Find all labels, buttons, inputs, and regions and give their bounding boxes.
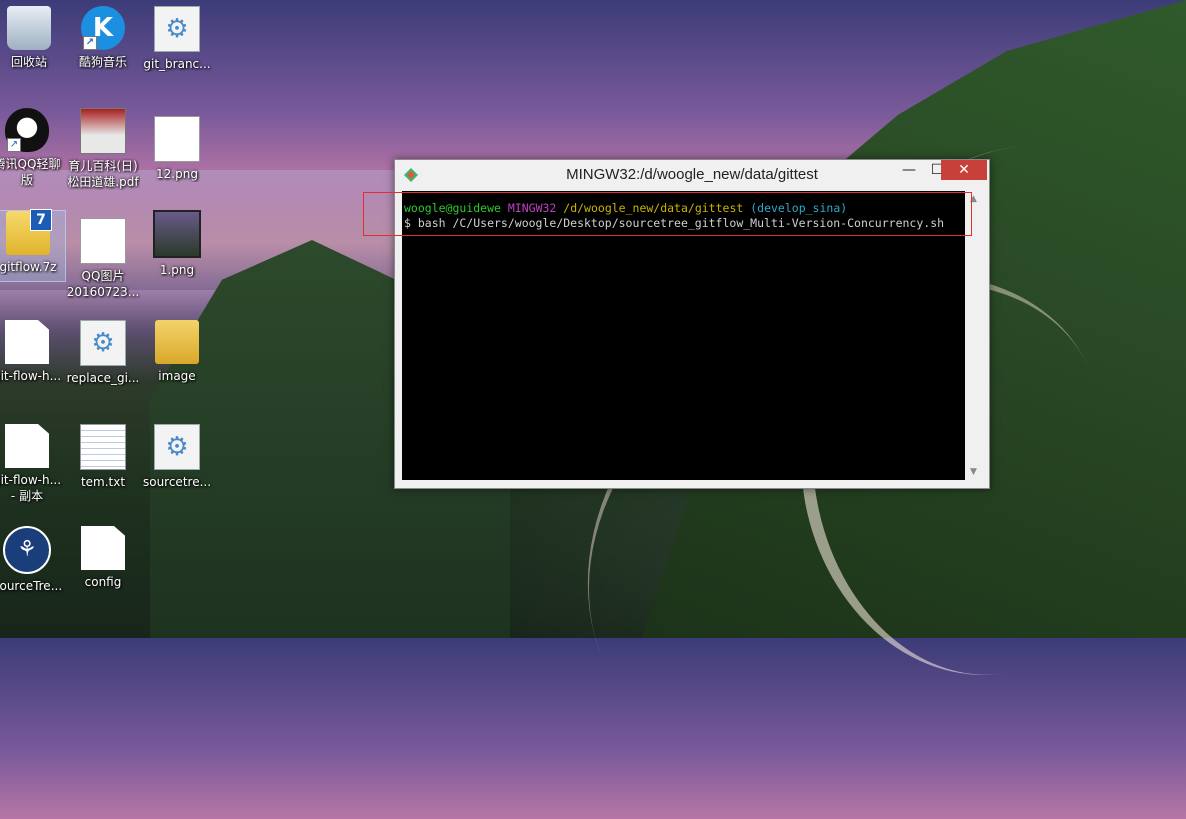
icon-label: 松田道雄.pdf <box>67 175 139 189</box>
mingw-terminal-window[interactable]: MINGW32:/d/woogle_new/data/gittest — ☐ ✕… <box>394 159 990 489</box>
icon-label: 20160723... <box>66 285 140 299</box>
prompt-env: MINGW32 <box>507 201 557 215</box>
file-icon <box>5 424 49 468</box>
desktop-icon-sourcetree[interactable]: ⚘ SourceTre... <box>0 526 64 594</box>
icon-label: git_branc... <box>143 57 211 71</box>
7zip-badge-icon: 7 <box>30 209 52 231</box>
gear-script-icon: ⚙ <box>154 6 200 52</box>
icon-label: tem.txt <box>80 475 126 489</box>
icon-label: 版 <box>20 173 33 187</box>
prompt-line: woogle@guidewe MINGW32 /d/woogle_new/dat… <box>404 201 965 216</box>
text-file-icon <box>80 424 126 470</box>
kugou-music-icon: K ↗ <box>81 6 125 50</box>
icon-label: SourceTre... <box>0 579 63 593</box>
desktop-icon-12-png[interactable]: 12.png <box>140 116 214 182</box>
desktop-icon-git-flow-h[interactable]: git-flow-h... <box>0 320 64 384</box>
sourcetree-icon: ⚘ <box>3 526 51 574</box>
qq-penguin-icon: ↗ <box>5 108 49 152</box>
desktop-icon-git-flow-h-copy[interactable]: git-flow-h... - 副本 <box>0 424 64 504</box>
prompt-branch: (develop_sina) <box>750 201 848 215</box>
desktop-icon-image-folder[interactable]: image <box>140 320 214 384</box>
shortcut-arrow-icon: ↗ <box>83 36 97 50</box>
file-icon <box>5 320 49 364</box>
desktop-icon-git-branch[interactable]: ⚙ git_branc... <box>140 6 214 72</box>
desktop-icon-tem-txt[interactable]: tem.txt <box>66 424 140 490</box>
desktop-icon-qq-image[interactable]: QQ图片 20160723... <box>66 218 140 300</box>
gear-script-icon: ⚙ <box>154 424 200 470</box>
file-icon <box>81 526 125 570</box>
icon-label: 育儿百科(日) <box>68 159 138 173</box>
command-line: $ bash /C/Users/woogle/Desktop/sourcetre… <box>404 216 945 230</box>
desktop-icon-1-png[interactable]: 1.png <box>140 210 214 278</box>
icon-label: QQ图片 <box>81 269 125 283</box>
image-thumbnail-icon <box>154 116 200 162</box>
desktop-icon-config[interactable]: config <box>66 526 140 590</box>
icon-label: gitflow.7z <box>0 260 57 274</box>
recycle-bin-icon <box>7 6 51 50</box>
close-button[interactable]: ✕ <box>941 160 987 180</box>
icon-label: 腾讯QQ轻聊 <box>0 157 61 171</box>
desktop-icon-sourcetree-script[interactable]: ⚙ sourcetre... <box>140 424 214 490</box>
scroll-down-arrow-icon[interactable]: ▼ <box>965 464 982 480</box>
minimize-button[interactable]: — <box>895 160 923 180</box>
terminal-scrollbar[interactable]: ▲ ▼ <box>965 191 982 480</box>
icon-label: config <box>84 575 122 589</box>
icon-label: - 副本 <box>10 489 44 503</box>
icon-label: image <box>158 369 196 383</box>
terminal-output[interactable]: woogle@guidewe MINGW32 /d/woogle_new/dat… <box>402 191 965 480</box>
icon-label: replace_gi... <box>66 371 140 385</box>
icon-label: sourcetre... <box>142 475 212 489</box>
icon-label: 1.png <box>159 263 195 277</box>
icon-label: git-flow-h... <box>0 473 62 487</box>
icon-label: 12.png <box>156 167 198 181</box>
window-titlebar[interactable]: MINGW32:/d/woogle_new/data/gittest — ☐ ✕ <box>395 160 989 190</box>
icon-label: 酷狗音乐 <box>78 55 127 69</box>
photo-thumbnail-icon <box>153 210 201 258</box>
desktop-icon-qq[interactable]: ↗ 腾讯QQ轻聊 版 <box>0 108 64 188</box>
pdf-book-cover-icon <box>80 108 126 154</box>
gear-script-icon: ⚙ <box>80 320 126 366</box>
desktop-icon-replace-gi[interactable]: ⚙ replace_gi... <box>66 320 140 386</box>
folder-icon <box>155 320 199 364</box>
shortcut-arrow-icon: ↗ <box>7 138 21 152</box>
image-thumbnail-icon <box>80 218 126 264</box>
desktop-icon-pdf[interactable]: 育儿百科(日) 松田道雄.pdf <box>66 108 140 190</box>
icon-label: git-flow-h... <box>0 369 62 383</box>
prompt-path: /d/woogle_new/data/gittest <box>563 201 744 215</box>
scroll-up-arrow-icon[interactable]: ▲ <box>965 191 982 207</box>
7z-archive-icon: 7 <box>6 209 52 255</box>
desktop-icon-kugou[interactable]: K ↗ 酷狗音乐 <box>66 6 140 70</box>
desktop-icon-recycle-bin[interactable]: 回收站 <box>0 6 66 70</box>
desktop-icon-gitflow-7z[interactable]: 7 gitflow.7z <box>0 209 66 282</box>
prompt-user: woogle@guidewe <box>404 201 501 215</box>
icon-label: 回收站 <box>10 55 47 69</box>
